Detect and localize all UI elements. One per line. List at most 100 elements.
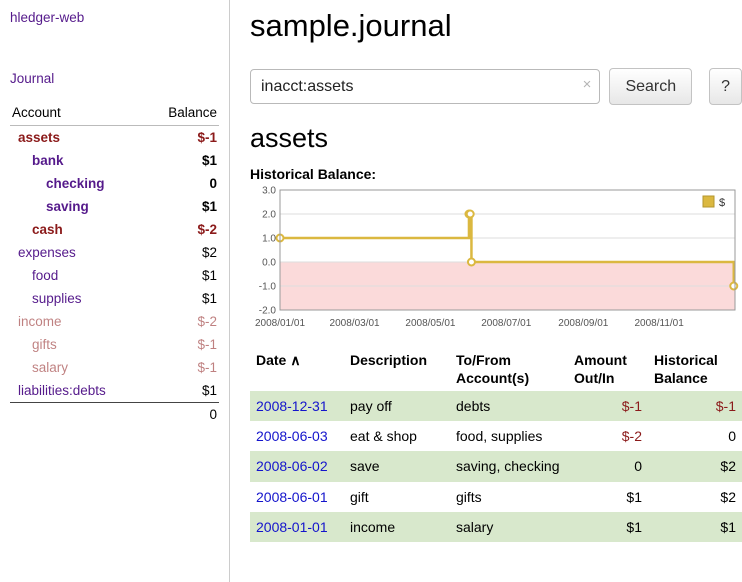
transaction-date-link[interactable]: 2008-01-01 — [256, 519, 328, 535]
transaction-balance: $2 — [648, 482, 742, 512]
clear-search-icon[interactable]: × — [583, 77, 592, 92]
svg-text:2.0: 2.0 — [262, 210, 276, 221]
svg-text:3.0: 3.0 — [262, 186, 276, 197]
transaction-amount: $1 — [568, 482, 648, 512]
transaction-amount: $-2 — [568, 421, 648, 451]
transaction-date-link[interactable]: 2008-06-03 — [256, 428, 328, 444]
transaction-accounts: debts — [450, 391, 568, 421]
transaction-balance: 0 — [648, 421, 742, 451]
transaction-description: pay off — [344, 391, 450, 421]
account-link-gifts[interactable]: gifts — [32, 337, 57, 352]
account-link-cash[interactable]: cash — [32, 222, 63, 237]
account-link-supplies[interactable]: supplies — [32, 291, 82, 306]
account-row: income $-2 — [10, 310, 219, 333]
account-row: salary $-1 — [10, 356, 219, 379]
svg-text:$: $ — [719, 197, 725, 209]
main-content: sample.journal × Search ? assets Histori… — [250, 0, 742, 542]
account-row: expenses $2 — [10, 241, 219, 264]
accounts-header-line1: To/From — [456, 352, 511, 368]
balance-column-header: Balance — [146, 102, 219, 126]
account-link-liabilities-debts[interactable]: liabilities:debts — [18, 383, 106, 398]
svg-text:2008/07/01: 2008/07/01 — [481, 318, 531, 329]
register-table: Date∧ Description To/From Account(s) Amo… — [250, 348, 742, 542]
page-title: sample.journal — [250, 8, 742, 44]
transaction-description: save — [344, 451, 450, 481]
account-heading: assets — [250, 123, 742, 154]
accounts-header-line2: Account(s) — [456, 370, 529, 386]
account-balance: $1 — [146, 264, 219, 287]
svg-text:1.0: 1.0 — [262, 234, 276, 245]
transaction-accounts: saving, checking — [450, 451, 568, 481]
balance-total: 0 — [146, 403, 219, 427]
svg-text:2008/05/01: 2008/05/01 — [405, 318, 455, 329]
account-row: assets $-1 — [10, 126, 219, 150]
transaction-amount: $-1 — [568, 391, 648, 421]
sidebar-item-journal[interactable]: Journal — [10, 71, 54, 86]
account-link-salary[interactable]: salary — [32, 360, 68, 375]
balance-header-line1: Historical — [654, 352, 718, 368]
account-row: checking 0 — [10, 172, 219, 195]
transaction-balance: $1 — [648, 512, 742, 542]
sort-ascending-icon: ∧ — [290, 352, 300, 368]
app-title-link[interactable]: hledger-web — [10, 10, 84, 25]
svg-text:2008/09/01: 2008/09/01 — [558, 318, 608, 329]
register-row: 2008-06-03 eat & shop food, supplies $-2… — [250, 421, 742, 451]
svg-text:2008/11/01: 2008/11/01 — [635, 318, 685, 329]
search-button[interactable]: Search — [609, 68, 692, 105]
account-balance: $-1 — [146, 356, 219, 379]
svg-text:2008/03/01: 2008/03/01 — [330, 318, 380, 329]
date-header-label: Date — [256, 352, 286, 368]
balance-total-row: 0 — [10, 403, 219, 427]
balance-column-header: Historical Balance — [648, 348, 742, 391]
account-link-bank[interactable]: bank — [32, 153, 64, 168]
account-link-checking[interactable]: checking — [46, 176, 105, 191]
svg-text:-2.0: -2.0 — [259, 306, 277, 317]
account-balance: $-2 — [146, 310, 219, 333]
transaction-accounts: salary — [450, 512, 568, 542]
account-link-saving[interactable]: saving — [46, 199, 89, 214]
amount-column-header: Amount Out/In — [568, 348, 648, 391]
account-balance: $1 — [146, 149, 219, 172]
transaction-description: eat & shop — [344, 421, 450, 451]
register-row: 2008-01-01 income salary $1 $1 — [250, 512, 742, 542]
search-box: × — [250, 69, 600, 104]
transaction-description: gift — [344, 482, 450, 512]
account-row: saving $1 — [10, 195, 219, 218]
sidebar: hledger-web Journal Account Balance asse… — [0, 0, 230, 582]
transaction-amount: $1 — [568, 512, 648, 542]
accounts-column-header: To/From Account(s) — [450, 348, 568, 391]
date-column-header[interactable]: Date∧ — [250, 348, 344, 391]
account-link-food[interactable]: food — [32, 268, 58, 283]
account-balance: $2 — [146, 241, 219, 264]
balance-table-header-row: Account Balance — [10, 102, 219, 126]
account-balance: $1 — [146, 287, 219, 310]
svg-text:-1.0: -1.0 — [259, 282, 277, 293]
help-button[interactable]: ? — [709, 68, 742, 105]
transaction-balance: $2 — [648, 451, 742, 481]
svg-text:0.0: 0.0 — [262, 258, 276, 269]
account-row: cash $-2 — [10, 218, 219, 241]
transaction-amount: 0 — [568, 451, 648, 481]
transaction-date-link[interactable]: 2008-06-02 — [256, 458, 328, 474]
amount-header-line2: Out/In — [574, 370, 614, 386]
svg-text:2008/01/01: 2008/01/01 — [255, 318, 305, 329]
account-balance: $-1 — [146, 126, 219, 150]
transaction-date-link[interactable]: 2008-06-01 — [256, 489, 328, 505]
transaction-date-link[interactable]: 2008-12-31 — [256, 398, 328, 414]
account-link-assets[interactable]: assets — [18, 130, 60, 145]
account-row: food $1 — [10, 264, 219, 287]
account-row: bank $1 — [10, 149, 219, 172]
account-balance-table: Account Balance assets $-1 bank $1 check… — [10, 102, 219, 426]
search-bar: × Search ? — [250, 68, 742, 105]
register-row: 2008-06-01 gift gifts $1 $2 — [250, 482, 742, 512]
search-input[interactable] — [250, 69, 600, 104]
transaction-balance: $-1 — [648, 391, 742, 421]
account-balance: 0 — [146, 172, 219, 195]
amount-header-line1: Amount — [574, 352, 627, 368]
register-header-row: Date∧ Description To/From Account(s) Amo… — [250, 348, 742, 391]
account-link-expenses[interactable]: expenses — [18, 245, 76, 260]
chart-title-label: Historical Balance: — [250, 166, 742, 182]
historical-balance-chart: 3.0 2.0 1.0 0.0 -1.0 -2.02008/01/01 2008/03/01… — [250, 184, 740, 334]
account-balance: $-2 — [146, 218, 219, 241]
account-link-income[interactable]: income — [18, 314, 62, 329]
